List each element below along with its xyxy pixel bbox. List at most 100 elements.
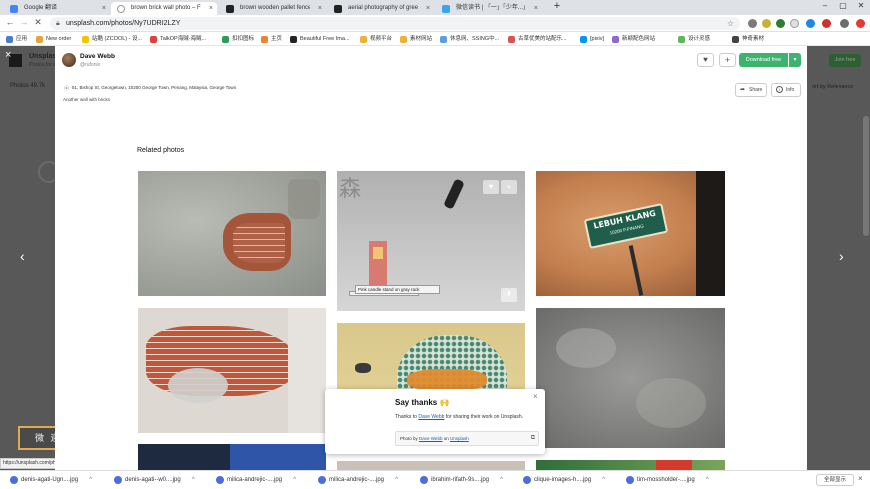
like-button[interactable]: ♥ <box>697 53 714 67</box>
download-item[interactable]: clique-images-h....jpg ^ <box>523 474 605 486</box>
download-item[interactable]: milica-andrejic-....jpg ^ <box>216 474 296 486</box>
download-free-button[interactable]: Download free <box>739 53 788 67</box>
bookmark[interactable]: 新颖配色网站 <box>612 34 655 44</box>
download-options-button[interactable]: ▾ <box>789 53 801 67</box>
extension-icon[interactable] <box>790 19 799 28</box>
credit-author-link[interactable]: Dave Webb <box>419 436 442 441</box>
tab-aerial-photo[interactable]: aerial photography of green × <box>328 2 434 15</box>
bookmark[interactable]: 素材网站 <box>400 34 432 44</box>
show-all-downloads-button[interactable]: 全部显示 <box>816 474 854 486</box>
close-icon[interactable]: × <box>102 2 106 15</box>
bookmark[interactable]: 视频平台 <box>360 34 392 44</box>
bookmark[interactable]: Beautiful Free Ima... <box>290 34 350 44</box>
extension-icon[interactable] <box>806 19 815 28</box>
bookmark-apps[interactable]: 应用 <box>6 34 27 44</box>
close-icon[interactable]: × <box>318 2 322 15</box>
extension-icon[interactable] <box>762 19 771 28</box>
tab-label: 微信读书 | 「一」「少年...」 <box>456 5 526 11</box>
sort-relevance[interactable]: ort by Relevance <box>812 84 853 90</box>
bookmark[interactable]: [pixiv] <box>580 34 604 44</box>
close-icon[interactable]: × <box>534 2 538 15</box>
say-thanks-popup: × Say thanks 🙌 Thanks to Dave Webb for s… <box>325 389 545 454</box>
related-photo-cracked-brick-wall[interactable] <box>138 171 326 296</box>
download-item[interactable]: milica-andrejic-....jpg ^ <box>318 474 398 486</box>
chevron-up-icon[interactable]: ^ <box>500 474 503 486</box>
bookmark[interactable]: 扣扣图标 <box>222 34 254 44</box>
bookmark[interactable]: 设计灵感 <box>678 34 710 44</box>
tab-weread[interactable]: 微信读书 | 「一」「少年...」 × <box>436 2 542 15</box>
related-photo-dark[interactable] <box>138 444 326 470</box>
download-item[interactable]: denis-agati--w0....jpg ^ <box>114 474 195 486</box>
join-free-button[interactable]: Join free <box>829 54 861 67</box>
credit-site-link[interactable]: Unsplash <box>450 436 469 441</box>
chevron-up-icon[interactable]: ^ <box>192 474 195 486</box>
close-icon[interactable]: × <box>533 392 538 401</box>
chevron-up-icon[interactable]: ^ <box>395 474 398 486</box>
image-file-icon <box>114 476 122 484</box>
toolbar: ← → ✕ 🔒︎ unsplash.com/photos/Ny7UDRI2LZY… <box>0 15 870 32</box>
close-modal-button[interactable]: × <box>5 49 11 61</box>
bookmark-icon <box>36 36 43 43</box>
bookmark[interactable]: 休息网、SSING中... <box>440 34 499 44</box>
new-tab-button[interactable]: + <box>548 0 566 12</box>
previous-photo-button[interactable]: ‹ <box>20 248 25 264</box>
bookmark[interactable]: New order <box>36 34 71 44</box>
scrollbar-thumb[interactable] <box>863 116 869 236</box>
bookmark[interactable]: 主页 <box>261 34 282 44</box>
copy-icon[interactable]: ⧉ <box>531 432 535 445</box>
close-downloads-button[interactable]: × <box>858 474 863 483</box>
tab-strip: Google 翻译 × brown brick wall photo – Fre… <box>0 0 870 15</box>
chevron-up-icon[interactable]: ^ <box>89 474 92 486</box>
minimize-button[interactable]: – <box>816 1 834 10</box>
download-item[interactable]: denis-agati-Ugn....jpg ^ <box>10 474 92 486</box>
photo-modal: Dave Webb @rufonix ♥ + Download free ▾ ⦿… <box>55 46 807 470</box>
related-photo-partial[interactable] <box>337 461 525 470</box>
author-name[interactable]: Dave Webb <box>80 53 115 60</box>
close-icon[interactable]: × <box>426 2 430 15</box>
share-button[interactable]: ➦ Share <box>735 83 767 97</box>
stop-button[interactable]: ✕ <box>32 17 44 28</box>
author-handle[interactable]: @rufonix <box>80 62 100 68</box>
download-item[interactable]: tim-mossholder-....jpg ^ <box>626 474 709 486</box>
heart-icon[interactable]: ♥ <box>483 180 499 194</box>
extension-icon[interactable] <box>748 19 757 28</box>
bookmark[interactable]: 神奇素材 <box>732 34 764 44</box>
tab-google-translate[interactable]: Google 翻译 × <box>4 2 110 15</box>
tab-wooden-fence[interactable]: brown wooden pallet fence pl × <box>220 2 326 15</box>
unsplash-icon <box>334 5 342 13</box>
heart-icon: ♥ <box>703 55 708 64</box>
download-item[interactable]: ibrahim-rifath-9s....jpg ^ <box>420 474 503 486</box>
chevron-up-icon[interactable]: ^ <box>602 474 605 486</box>
star-icon[interactable]: ☆ <box>727 17 734 30</box>
next-photo-button[interactable]: › <box>839 248 844 264</box>
chevron-up-icon[interactable]: ^ <box>706 474 709 486</box>
photo-description: Another wall with bricks <box>63 97 111 102</box>
avatar[interactable] <box>62 53 76 67</box>
chevron-up-icon[interactable]: ^ <box>293 474 296 486</box>
add-to-collection-button[interactable]: + <box>719 53 736 67</box>
related-photo-lebuh-klang-sign[interactable]: LEBUH KLANG 10200 P.PINANG <box>536 171 725 296</box>
window-close-button[interactable]: ✕ <box>852 1 870 10</box>
author-link[interactable]: Dave Webb <box>418 414 444 420</box>
close-icon[interactable]: × <box>209 2 213 15</box>
maximize-button[interactable]: ▢ <box>834 1 852 10</box>
address-bar[interactable]: 🔒︎ unsplash.com/photos/Ny7UDRI2LZY ☆ <box>50 17 740 30</box>
related-photo-exposed-brick[interactable] <box>138 308 326 433</box>
extension-icon[interactable] <box>822 19 831 28</box>
avatar[interactable] <box>840 19 849 28</box>
bookmark[interactable]: TalkOP海贼-海贼... <box>150 34 206 44</box>
back-button[interactable]: ← <box>4 17 16 27</box>
tab-brick-wall[interactable]: brown brick wall photo – Free × <box>111 2 217 15</box>
extension-icon[interactable] <box>776 19 785 28</box>
bookmark[interactable]: 站酷 (ZCOOL) - 设... <box>82 34 142 44</box>
plus-icon[interactable]: + <box>501 180 517 194</box>
google-translate-icon <box>10 5 18 13</box>
forward-button[interactable]: → <box>18 17 30 27</box>
bookmark[interactable]: 古草优美的站配乐... <box>508 34 567 44</box>
download-icon[interactable]: ⬇ <box>501 288 517 302</box>
location-text[interactable]: 51, Bishop St, Georgetown, 10200 George … <box>72 85 236 90</box>
info-button[interactable]: i Info <box>771 83 801 97</box>
related-photo-concrete-wall[interactable] <box>536 308 725 448</box>
update-icon[interactable] <box>856 19 865 28</box>
related-photo-foliage[interactable] <box>536 460 725 470</box>
